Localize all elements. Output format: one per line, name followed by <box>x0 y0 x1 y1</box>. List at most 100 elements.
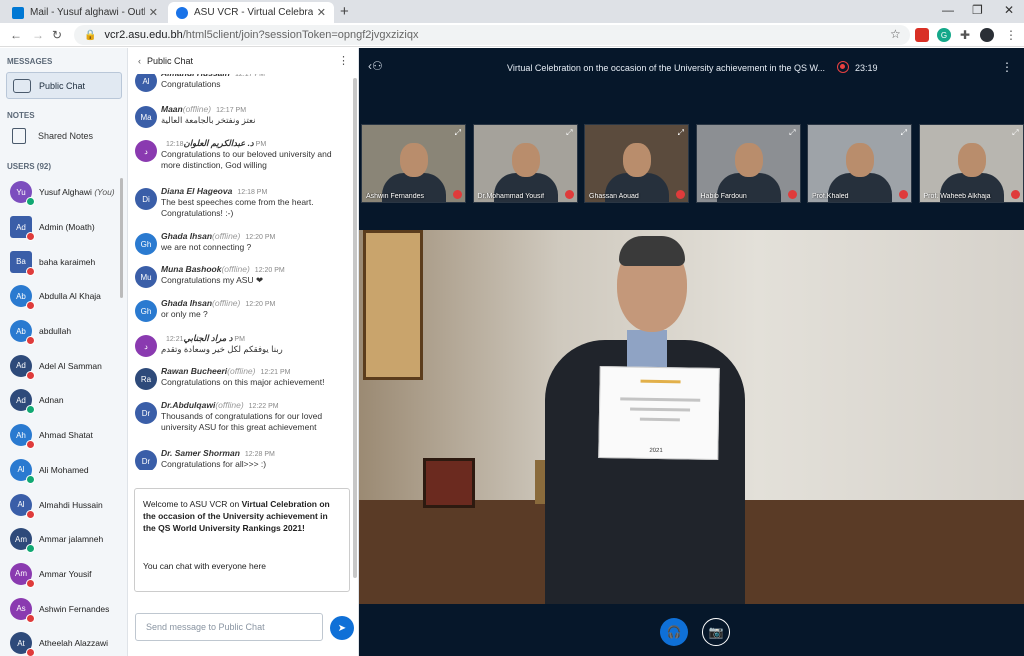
message-text: Congratulations my ASU ❤ <box>161 275 264 285</box>
avatar: Mu <box>135 266 157 288</box>
avatar-initials: Ab <box>16 291 26 301</box>
user-name: Ashwin Fernandes <box>39 604 109 614</box>
chat-header: ‹ Public Chat ⋮ <box>128 48 358 74</box>
fullscreen-icon[interactable]: ⤢ <box>1012 128 1018 138</box>
webcam-tile[interactable]: ⤢ Prof.Khaled <box>807 124 912 203</box>
url-field[interactable]: 🔒 vcr2.asu.edu.bh /html5client/join?sess… <box>74 25 910 45</box>
tab-outlook[interactable]: Mail - Yusuf alghawi - Outlook ✕ <box>4 2 166 23</box>
certificate: 2021 <box>598 365 720 461</box>
message-text: ربنا يوفقكم لكل خير وسعادة وتقدم <box>161 344 283 354</box>
webcam-tile[interactable]: ⤢ Ashwin Fernandes <box>361 124 466 203</box>
users-scrollbar[interactable] <box>120 178 123 298</box>
extensions-icon[interactable]: ✚ <box>958 28 972 42</box>
webcam-name: Dr.Mohammad Yousif <box>477 193 545 200</box>
message-sender: Muna Bashook(offline) 12:20 PM <box>161 264 285 274</box>
avatar-initials: Am <box>15 534 27 544</box>
chat-message-input[interactable]: Send message to Public Chat <box>135 613 323 641</box>
user-options-icon[interactable]: ‹⚇ <box>368 59 383 73</box>
close-tab-icon[interactable]: ✕ <box>317 6 326 19</box>
fullscreen-icon[interactable]: ⤢ <box>566 128 572 138</box>
chevron-left-icon[interactable]: ‹ <box>138 56 141 66</box>
user-name: baha karaimeh <box>39 257 95 267</box>
webcam-tile[interactable]: ⤢ Ghassan Aouad <box>584 124 689 203</box>
user-name: Ali Mohamed <box>39 465 89 475</box>
chat-scrollbar[interactable] <box>353 78 357 578</box>
forward-icon[interactable]: → <box>32 28 44 42</box>
message-sender: د. عبدالكريم العلوان12:18 PM <box>161 138 266 149</box>
user-list-item[interactable]: Al Ali Mohamed <box>0 453 122 488</box>
user-list-item[interactable]: Ba baha karaimeh <box>0 244 122 279</box>
avatar: As <box>10 597 35 623</box>
public-chat-label: Public Chat <box>39 80 86 91</box>
webcam-name: Ashwin Fernandes <box>366 193 424 200</box>
user-name-text: Ashwin Fernandes <box>39 603 110 614</box>
close-window-button[interactable]: ✕ <box>1004 3 1014 17</box>
user-list-item[interactable]: Ab Abdulla Al Khaja <box>0 279 122 314</box>
fullscreen-icon[interactable]: ⤢ <box>789 128 795 138</box>
camera-off-button[interactable]: 📷 <box>702 618 730 646</box>
public-chat-button[interactable]: Public Chat <box>6 72 122 99</box>
profile-avatar[interactable] <box>980 28 994 42</box>
options-menu-icon[interactable]: ⋮ <box>1001 60 1013 74</box>
avatar-initials: Ra <box>140 374 152 384</box>
webcam-name: Prof. Waheeb Alkhaja <box>923 193 991 200</box>
user-list-item[interactable]: At Atheelah Alazzawi <box>0 626 122 656</box>
muted-mic-icon <box>26 440 35 450</box>
user-list-item[interactable]: Ah Ahmad Shatat <box>0 418 122 453</box>
webcam-tile[interactable]: ⤢ Habib Fardoun <box>695 124 801 203</box>
back-icon[interactable]: ← <box>10 28 22 42</box>
muted-mic-icon <box>26 578 35 588</box>
recording-icon[interactable] <box>837 61 849 73</box>
user-list-item[interactable]: As Ashwin Fernandes <box>0 591 122 626</box>
avatar-initials: Al <box>142 76 150 86</box>
user-list-item[interactable]: Yu Yusuf Alghawi (You) <box>0 175 122 210</box>
message-text: Congratulations to our beloved universit… <box>161 149 332 170</box>
participant-face <box>957 143 986 177</box>
main-video[interactable]: 2021 <box>359 230 1024 604</box>
close-tab-icon[interactable]: ✕ <box>149 6 158 19</box>
maximize-button[interactable]: ❐ <box>972 3 983 17</box>
user-list-item[interactable]: Ab abdullah <box>0 314 122 349</box>
new-tab-button[interactable]: + <box>340 3 349 20</box>
minimize-button[interactable]: — <box>942 3 954 17</box>
user-list-item[interactable]: Am Ammar Yousif <box>0 557 122 592</box>
user-list-item[interactable]: Ad Adel Al Samman <box>0 348 122 383</box>
chat-title: Public Chat <box>147 56 194 66</box>
avatar: Ba <box>10 250 35 276</box>
avatar: Ab <box>10 285 35 311</box>
grammarly-icon[interactable]: G <box>937 28 951 42</box>
send-button[interactable]: ➤ <box>330 616 354 640</box>
webcam-name: Prof.Khaled <box>812 193 849 200</box>
chrome-menu-icon[interactable]: ⋮ <box>1004 28 1018 42</box>
user-list-item[interactable]: Ad Admin (Moath) <box>0 210 122 245</box>
adblock-icon[interactable] <box>915 28 929 42</box>
webcam-tile[interactable]: ⤢ Dr.Mohammad Yousif <box>472 124 578 203</box>
avatar-initials: Ad <box>16 361 26 371</box>
fullscreen-icon[interactable]: ⤢ <box>678 128 684 138</box>
user-list-item[interactable]: Al Almahdi Hussain <box>0 487 122 522</box>
participant-face <box>511 143 540 177</box>
user-list-item[interactable]: Am Ammar jalamneh <box>0 522 122 557</box>
user-list-item[interactable]: Ad Adnan <box>0 383 122 418</box>
tab-asu-vcr[interactable]: ASU VCR - Virtual Celebration ✕ <box>168 2 334 23</box>
bookmark-star-icon[interactable]: ☆ <box>890 27 901 41</box>
reload-icon[interactable]: ↻ <box>52 28 62 42</box>
avatar-initials: Dr <box>141 456 151 466</box>
fullscreen-icon[interactable]: ⤢ <box>901 128 907 138</box>
outlook-icon <box>12 6 24 19</box>
offline-status: (offline) <box>221 264 250 274</box>
chat-options-icon[interactable]: ⋮ <box>338 54 349 67</box>
avatar: Dr <box>135 402 157 424</box>
message-time: 12:18 PM <box>237 189 268 196</box>
offline-status: (offline) <box>215 400 244 410</box>
avatar-initials: Al <box>17 465 25 475</box>
webcam-tile[interactable]: ⤢ Prof. Waheeb Alkhaja <box>918 124 1024 203</box>
headphones-button[interactable]: 🎧 <box>660 618 688 646</box>
offline-status: (offline) <box>182 104 212 114</box>
url-domain: vcr2.asu.edu.bh <box>104 29 183 41</box>
shared-notes-button[interactable]: Shared Notes <box>6 128 93 144</box>
fullscreen-icon[interactable]: ⤢ <box>455 128 461 138</box>
message-sender: Ghada Ihsan(offline) 12:20 PM <box>161 298 275 308</box>
avatar: Ab <box>10 320 35 346</box>
user-name: Ammar jalamneh <box>39 534 103 544</box>
